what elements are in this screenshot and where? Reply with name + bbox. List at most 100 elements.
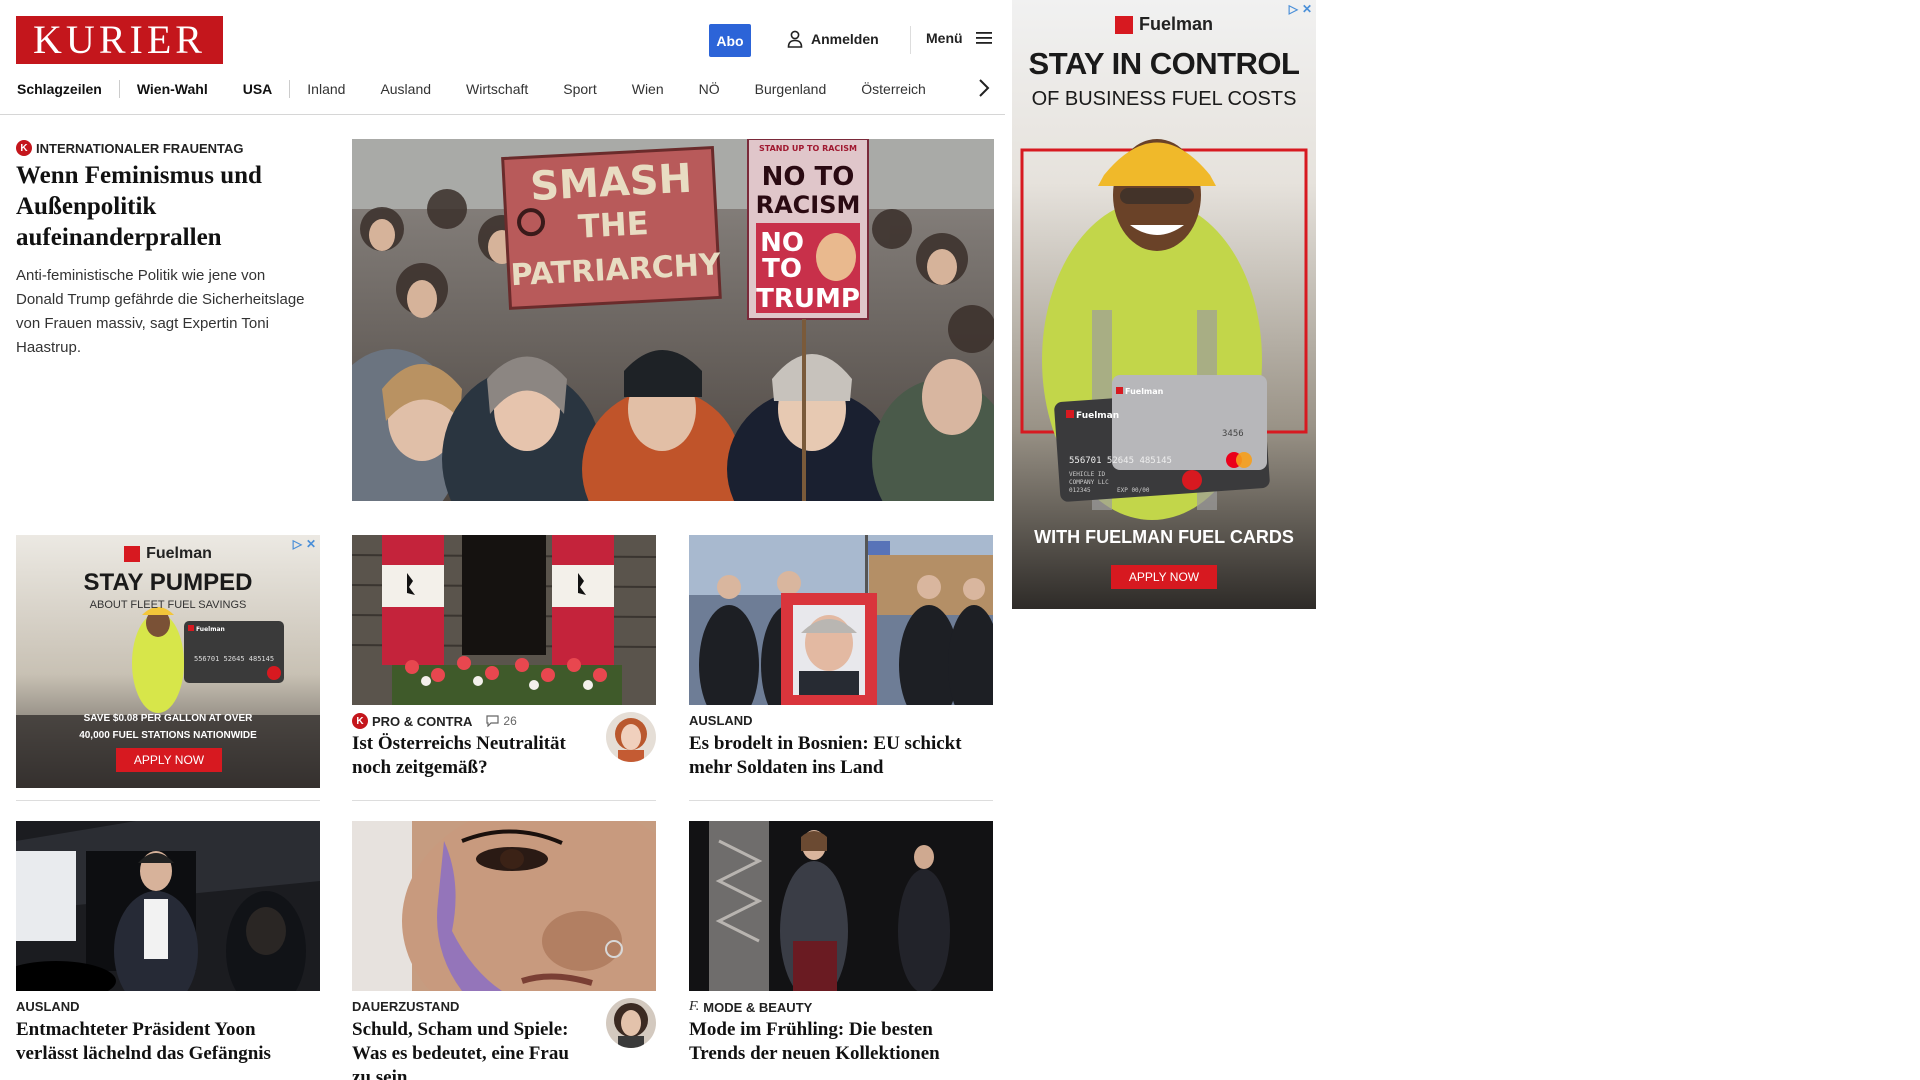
lead-image[interactable]: SMASH THE PATRIARCHY STAND UP TO RACISM … (352, 139, 994, 501)
ad-bottom-line: WITH FUELMAN FUEL CARDS (1034, 527, 1294, 547)
card-image-neutrality[interactable] (352, 535, 656, 705)
author-avatar[interactable] (606, 712, 656, 762)
nav-item-wien-wahl[interactable]: Wien-Wahl (137, 81, 208, 97)
comment-count-value: 26 (503, 714, 517, 728)
ad-card-brand: Fuelman (1076, 411, 1119, 421)
ad-headline: STAY PUMPED (83, 569, 253, 596)
nav-item-inland[interactable]: Inland (307, 81, 345, 97)
comment-count[interactable]: 26 (486, 714, 517, 728)
fashion-photo (689, 821, 993, 991)
ad-brand: Fuelman (16, 545, 320, 563)
card-kicker[interactable]: K PRO & CONTRA 26 (352, 713, 517, 729)
kurier-plus-badge: K (16, 140, 32, 156)
ad-card-brand: Fuelman (1125, 387, 1164, 396)
sign-text: STAND UP TO RACISM (759, 144, 857, 153)
glitter-face-photo (352, 821, 656, 991)
ad-fuelman-large[interactable]: Fuelman Fuelman 556701 52645 485145 3456… (1012, 0, 1316, 609)
card-kicker-label: MODE & BEAUTY (703, 999, 813, 1015)
nav-item-noe[interactable]: NÖ (699, 81, 720, 97)
nav-item-usa[interactable]: USA (243, 81, 273, 97)
ad-body-line: 40,000 FUEL STATIONS NATIONWIDE (79, 730, 257, 741)
lead-kicker-label: INTERNATIONALER FRAUENTAG (36, 140, 244, 156)
card-kicker-label: PRO & CONTRA (372, 713, 473, 729)
card-kicker[interactable]: f. MODE & BEAUTY (689, 999, 812, 1015)
comment-icon (486, 715, 499, 727)
card-headline[interactable]: Entmachteter Präsident Yoon verlässt läc… (16, 1018, 316, 1066)
fuelman-logo-icon (124, 546, 141, 562)
freizeit-badge: f. (689, 999, 700, 1014)
chevron-right-icon[interactable] (974, 77, 994, 99)
author-avatar[interactable] (606, 998, 656, 1048)
site-header: KURIER Abo Anmelden Menü Schlagzeilen Wi… (0, 0, 1005, 115)
ad-card-number: 556701 52645 485145 (194, 655, 274, 663)
sign-text: NO TO (762, 162, 855, 192)
abo-button[interactable]: Abo (709, 24, 751, 57)
sign-text: TRUMP (756, 284, 860, 314)
nav-item-oesterreich[interactable]: Österreich (861, 81, 926, 97)
card-kicker[interactable]: AUSLAND (689, 713, 753, 728)
lead-headline[interactable]: Wenn Feminismus und Außenpolitik aufeina… (16, 160, 316, 253)
nav-item-wien[interactable]: Wien (632, 81, 664, 97)
kurier-logo[interactable]: KURIER (16, 16, 223, 64)
yoon-photo (16, 821, 320, 991)
kurier-plus-badge: K (352, 713, 368, 729)
ad-card-number: 556701 52645 485145 (1069, 456, 1172, 466)
row-divider (689, 800, 993, 801)
ad-card-detail: VEHICLE ID (1069, 471, 1106, 478)
nav-item-burgenland[interactable]: Burgenland (755, 81, 827, 97)
bosnia-photo (689, 535, 993, 705)
menu-button[interactable]: Menü (926, 30, 993, 46)
nav-item-schlagzeilen[interactable]: Schlagzeilen (17, 81, 102, 97)
nav-item-wirtschaft[interactable]: Wirtschaft (466, 81, 528, 97)
ad-card-detail: COMPANY LLC (1069, 479, 1109, 486)
author-photo (606, 998, 656, 1048)
ad-brand-label: Fuelman (146, 545, 212, 562)
login-button[interactable]: Anmelden (787, 30, 879, 48)
card-image-yoon[interactable] (16, 821, 320, 991)
card-kicker[interactable]: AUSLAND (16, 999, 80, 1014)
ad-card-detail: 012345 (1069, 487, 1091, 494)
author-photo (606, 712, 656, 762)
sign-text: SMASH (529, 156, 693, 210)
ad-apply-button[interactable]: APPLY NOW (116, 748, 222, 772)
ad-card-brand: Fuelman (196, 626, 225, 633)
logo-text: KURIER (33, 17, 206, 62)
protest-photo: SMASH THE PATRIARCHY STAND UP TO RACISM … (352, 139, 994, 501)
nav-divider (289, 80, 291, 98)
lead-kicker[interactable]: K INTERNATIONALER FRAUENTAG (16, 140, 244, 156)
user-icon (787, 30, 803, 48)
ad-subline: OF BUSINESS FUEL COSTS (1031, 88, 1297, 110)
ad-fuelman-small[interactable]: Fuelman 556701 52645 485145 ▷ ✕ Fuelman S… (16, 535, 320, 788)
nav-item-sport[interactable]: Sport (563, 81, 596, 97)
ad-brand-label: Fuelman (1138, 14, 1213, 34)
ad-body-line: SAVE $0.08 PER GALLON AT OVER (83, 713, 253, 724)
lead-teaser[interactable]: Anti-feministische Politik wie jene von … (16, 264, 316, 360)
ad-subline: ABOUT FLEET FUEL SAVINGS (89, 599, 247, 611)
card-image-dauerzustand[interactable] (352, 821, 656, 991)
login-label: Anmelden (811, 31, 879, 47)
ad-brand: Fuelman (1012, 14, 1316, 35)
ad-headline: STAY IN CONTROL (1028, 46, 1300, 81)
card-image-mode[interactable] (689, 821, 993, 991)
flags-photo (352, 535, 656, 705)
nav-item-ausland[interactable]: Ausland (380, 81, 431, 97)
hamburger-icon (975, 32, 992, 44)
card-headline[interactable]: Ist Österreichs Neutralität noch zeitgem… (352, 732, 592, 780)
sign-text: TO (762, 254, 802, 284)
menu-label: Menü (926, 30, 963, 46)
ad-card-digits: 3456 (1222, 429, 1244, 439)
section-nav: Schlagzeilen Wien-Wahl USA Inland Auslan… (17, 79, 961, 99)
card-headline[interactable]: Schuld, Scham und Spiele: Was es bedeute… (352, 1018, 592, 1080)
card-headline[interactable]: Mode im Frühling: Die besten Trends der … (689, 1018, 989, 1066)
nav-divider (118, 80, 120, 98)
ad-apply-button[interactable]: APPLY NOW (1111, 565, 1217, 589)
fuelman-logo-icon (1114, 15, 1133, 34)
card-headline[interactable]: Es brodelt in Bosnien: EU schickt mehr S… (689, 732, 989, 780)
sign-text: THE (577, 204, 649, 246)
card-image-bosnia[interactable] (689, 535, 993, 705)
row-divider (16, 800, 320, 801)
card-kicker[interactable]: DAUERZUSTAND (352, 999, 459, 1014)
ad-card-detail: EXP 00/00 (1117, 487, 1150, 494)
ad-body: SAVE $0.08 PER GALLON AT OVER 40,000 FUE… (16, 710, 320, 744)
sign-text: RACISM (756, 191, 861, 219)
